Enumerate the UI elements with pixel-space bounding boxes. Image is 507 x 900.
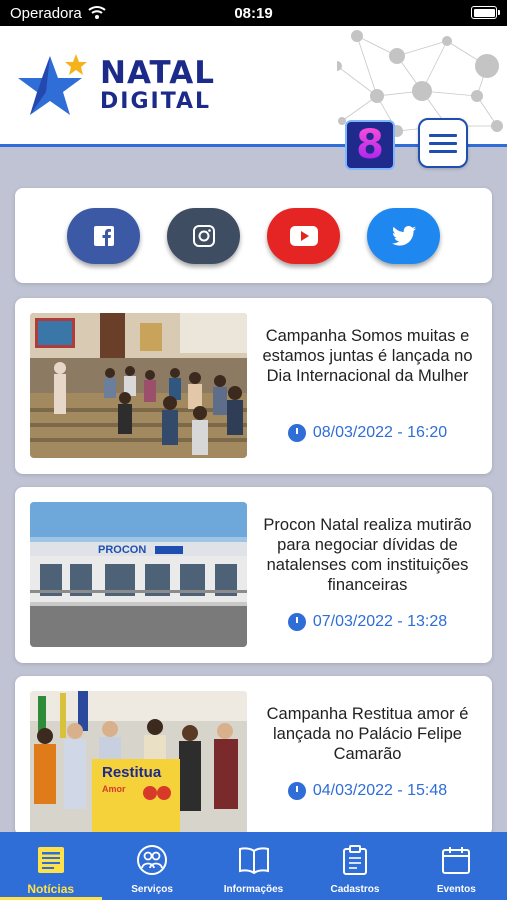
instagram-icon: [192, 225, 215, 247]
tab-cadastros[interactable]: Cadastros: [304, 832, 405, 900]
news-date-text: 07/03/2022 - 13:28: [312, 613, 448, 630]
menu-bar: [429, 149, 457, 153]
status-time: 08:19: [234, 5, 273, 22]
tab-label: Informações: [223, 884, 284, 895]
restitua-subtitle: Amor: [102, 784, 126, 794]
instagram-button[interactable]: [167, 208, 240, 264]
news-title: Procon Natal realiza mutirão para negoci…: [263, 516, 472, 594]
tab-label: Eventos: [436, 884, 476, 895]
facebook-button[interactable]: [67, 208, 140, 264]
tab-label: Cadastros: [330, 884, 380, 895]
twitter-icon: [391, 226, 416, 246]
news-image-restitua: Restitua Amor: [30, 691, 247, 836]
news-date: 08/03/2022 - 16:20: [255, 424, 480, 442]
news-image-procon: PROCON: [30, 502, 247, 647]
news-date-text: 08/03/2022 - 16:20: [312, 424, 448, 441]
news-date: 04/03/2022 - 15:48: [255, 782, 480, 800]
menu-bar: [429, 141, 457, 145]
tab-eventos[interactable]: Eventos: [406, 832, 507, 900]
youtube-icon: [289, 226, 318, 246]
newspaper-icon: [36, 844, 66, 876]
logo-line-2: DIGITAL: [100, 89, 212, 114]
menu-bar: [429, 133, 457, 137]
youtube-button[interactable]: [267, 208, 340, 264]
book-icon: [238, 844, 270, 876]
twitter-button[interactable]: [367, 208, 440, 264]
news-title: Campanha Restitua amor é lançada no Palá…: [266, 705, 469, 763]
star-logo-icon: [18, 54, 87, 115]
news-card[interactable]: PROCON Procon Natal realiza mutirão para…: [15, 487, 492, 663]
clock-icon: [287, 613, 306, 631]
news-card[interactable]: Campanha Somos muitas e estamos juntas é…: [15, 298, 492, 474]
procon-sign: PROCON: [98, 544, 146, 556]
bottom-tab-bar: Notícias Serviços Informações Cadastros …: [0, 832, 507, 900]
tab-noticias[interactable]: Notícias: [0, 832, 101, 900]
hamburger-menu-button[interactable]: [418, 118, 468, 168]
tab-label: Notícias: [27, 882, 75, 896]
clipboard-icon: [342, 844, 368, 876]
tab-servicos[interactable]: Serviços: [101, 832, 202, 900]
eight-app-badge[interactable]: 8: [345, 120, 395, 170]
status-bar: Operadora 08:19: [0, 0, 507, 26]
tab-label: Serviços: [131, 884, 173, 895]
news-image-event: [30, 313, 247, 458]
badge-label: 8: [356, 122, 384, 168]
news-date-text: 04/03/2022 - 15:48: [312, 782, 448, 799]
calendar-icon: [441, 844, 471, 876]
news-title: Campanha Somos muitas e estamos juntas é…: [262, 327, 473, 385]
news-date: 07/03/2022 - 13:28: [255, 613, 480, 631]
restitua-title: Restitua: [102, 764, 162, 781]
social-links-card: [15, 188, 492, 283]
battery-icon: [471, 6, 500, 19]
logo-line-1: NATAL: [100, 55, 216, 91]
news-card[interactable]: Restitua Amor Campanha Restitua amor é l…: [15, 676, 492, 836]
tab-informacoes[interactable]: Informações: [203, 832, 304, 900]
clock-icon: [287, 782, 306, 800]
facebook-icon: [93, 226, 114, 246]
clock-icon: [287, 424, 306, 442]
app-logo-text: NATAL DIGITAL: [100, 58, 215, 113]
people-icon: [136, 844, 168, 876]
